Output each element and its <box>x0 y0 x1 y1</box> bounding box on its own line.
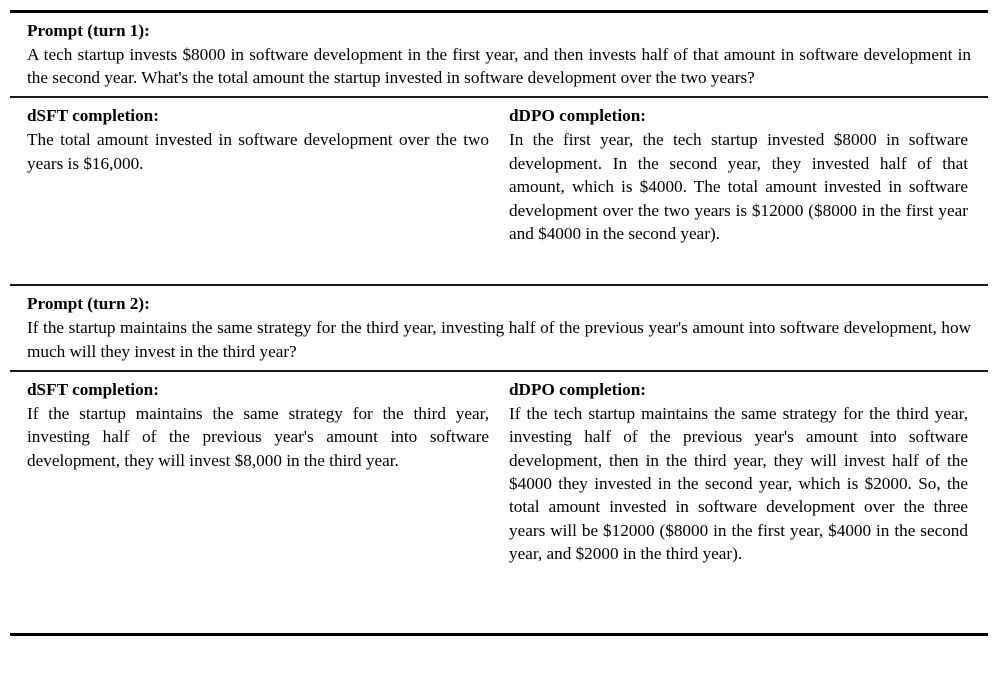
ddpo-completion-turn-1-text: In the first year, the tech startup inve… <box>509 130 968 244</box>
dsft-completion-turn-1-header: dSFT completion: <box>27 106 159 126</box>
table-bottom-rule <box>10 632 988 636</box>
dsft-completion-turn-2-header: dSFT completion: <box>27 379 159 399</box>
ddpo-completion-turn-2: dDPO completion: If the tech startup mai… <box>499 378 978 566</box>
completions-turn-2-row: dSFT completion: If the startup maintain… <box>10 372 988 633</box>
prompt-turn-1-header: Prompt (turn 1): <box>27 21 150 40</box>
completions-turn-1-row: dSFT completion: The total amount invest… <box>10 98 988 284</box>
comparison-table: Prompt (turn 1): A tech startup invests … <box>10 10 988 636</box>
ddpo-completion-turn-1-header: dDPO completion: <box>509 106 647 126</box>
ddpo-completion-turn-1: dDPO completion: In the first year, the … <box>499 104 978 245</box>
prompt-turn-1-row: Prompt (turn 1): A tech startup invests … <box>10 13 988 96</box>
ddpo-completion-turn-2-header: dDPO completion: <box>509 379 647 399</box>
prompt-turn-2-row: Prompt (turn 2): If the startup maintain… <box>10 286 988 369</box>
prompt-turn-1-text: A tech startup invests $8000 in software… <box>27 45 971 88</box>
dsft-completion-turn-2: dSFT completion: If the startup maintain… <box>20 378 499 472</box>
prompt-turn-2-text: If the startup maintains the same strate… <box>27 318 971 361</box>
ddpo-completion-turn-2-text: If the tech startup maintains the same s… <box>509 403 968 564</box>
dsft-completion-turn-2-text: If the startup maintains the same strate… <box>27 403 489 470</box>
prompt-turn-2-header: Prompt (turn 2): <box>27 294 150 314</box>
dsft-completion-turn-1-text: The total amount invested in software de… <box>27 130 489 173</box>
dsft-completion-turn-1: dSFT completion: The total amount invest… <box>20 104 499 175</box>
